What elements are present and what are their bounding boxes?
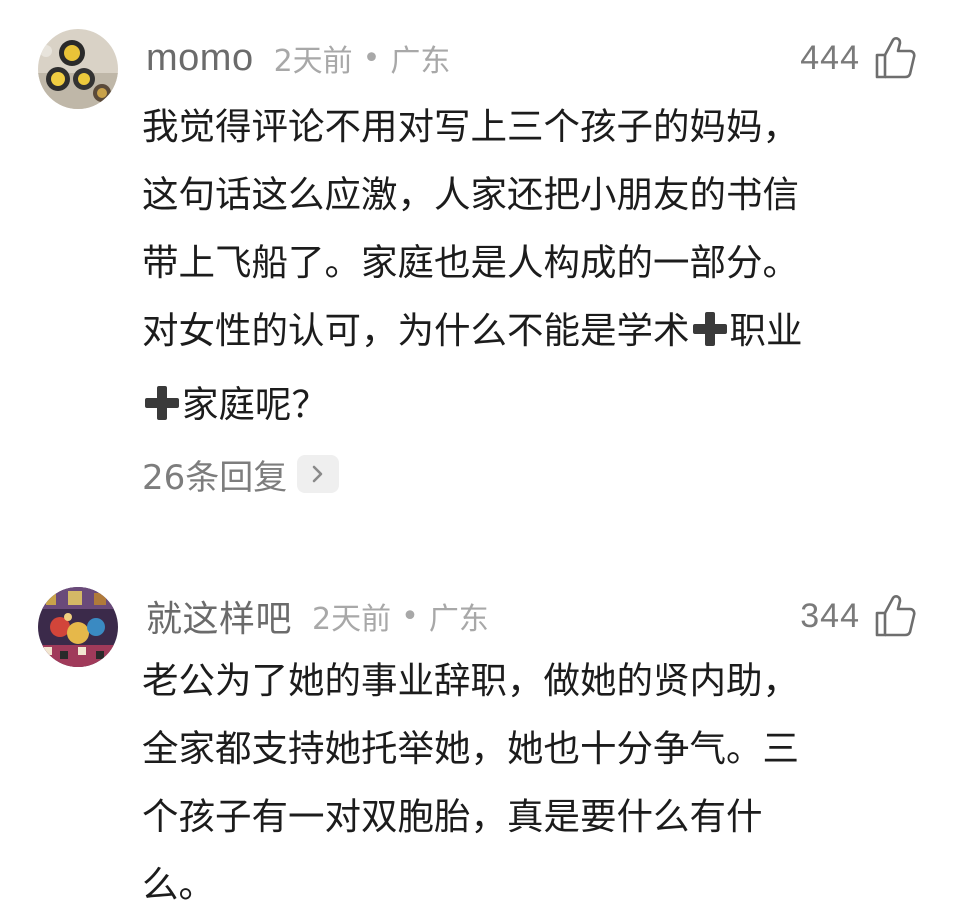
username[interactable]: 就这样吧 — [146, 590, 292, 642]
like-count: 444 — [800, 38, 860, 77]
comment-line-part: 对女性的认可，为什么不能是学术 — [142, 309, 690, 352]
username[interactable]: momo — [146, 37, 254, 80]
comment-line-part: 家庭呢？ — [182, 383, 328, 426]
avatar[interactable] — [38, 587, 118, 667]
plus-emoji-icon — [690, 303, 730, 371]
like-count: 344 — [800, 596, 860, 635]
comment-line: 全家都支持她托举她，她也十分争气。三 — [142, 727, 799, 770]
replies-count: 26条回复 — [142, 457, 288, 498]
thumbs-up-icon — [874, 594, 916, 638]
separator-dot: • — [362, 40, 381, 76]
comment-line: 么。 — [142, 863, 215, 906]
timestamp: 2天前 — [273, 44, 353, 79]
comment-meta: 就这样吧 2天前 • 广东 — [146, 590, 489, 642]
comment-line: 个孩子有一对双胞胎，真是要什么有什 — [142, 795, 763, 838]
avatar[interactable] — [38, 29, 118, 109]
comment-line: 老公为了她的事业辞职，做她的贤内助， — [142, 659, 799, 702]
thumbs-up-icon — [874, 36, 916, 80]
comment-text: 老公为了她的事业辞职，做她的贤内助， 全家都支持她托举她，她也十分争气。三 个孩… — [142, 647, 932, 919]
region-label: 广东 — [390, 44, 451, 79]
comment-line-part: 职业 — [729, 309, 803, 352]
comment-line: 家庭呢？ — [142, 371, 932, 445]
view-replies-button[interactable]: 26条回复 — [142, 450, 340, 498]
comment-line: 我觉得评论不用对写上三个孩子的妈妈， — [142, 105, 799, 148]
plus-emoji-icon — [142, 377, 182, 445]
like-button[interactable]: 444 — [800, 31, 916, 85]
separator-dot: • — [401, 598, 419, 634]
comment-line: 对女性的认可，为什么不能是学术 职业 — [142, 297, 932, 371]
comment-meta: momo 2天前 • 广东 — [146, 35, 450, 81]
chevron-right-icon — [297, 455, 340, 493]
region-label: 广东 — [428, 602, 489, 637]
comment-line: 这句话这么应激，人家还把小朋友的书信 — [142, 173, 799, 216]
timestamp: 2天前 — [312, 602, 392, 637]
like-button[interactable]: 344 — [800, 589, 916, 643]
colorful-photo-avatar-icon — [38, 587, 118, 667]
comment-line: 带上飞船了。家庭也是人构成的一部分。 — [142, 241, 799, 284]
comment-text: 我觉得评论不用对写上三个孩子的妈妈， 这句话这么应激，人家还把小朋友的书信 带上… — [142, 93, 932, 445]
food-photo-avatar-icon — [38, 29, 118, 109]
